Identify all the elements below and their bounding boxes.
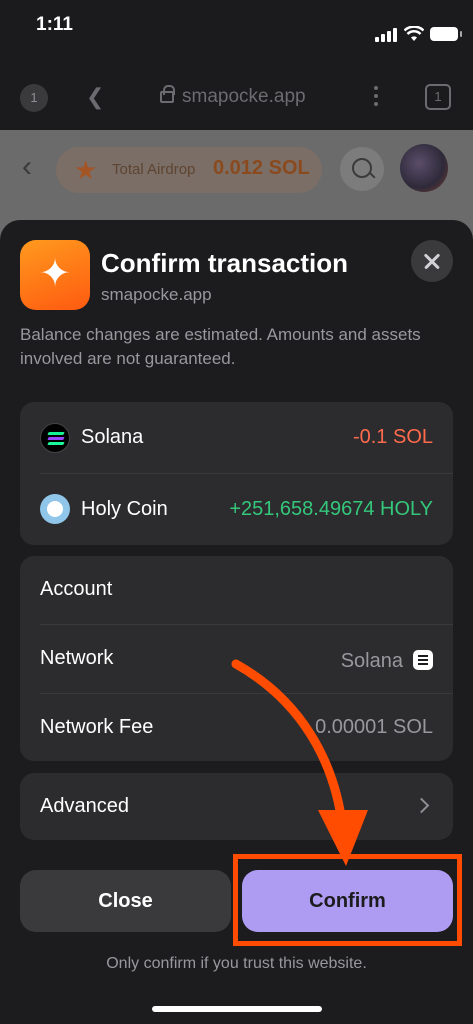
annotation-arrow-icon (231, 659, 368, 866)
